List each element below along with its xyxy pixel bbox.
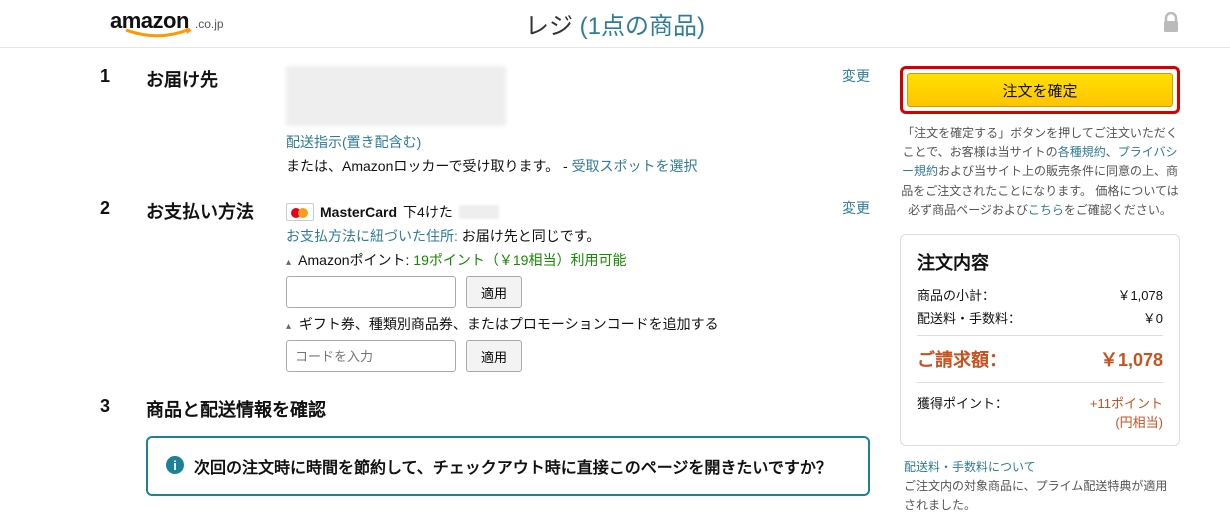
place-order-button[interactable]: 注文を確定 bbox=[907, 73, 1173, 107]
earned-points-sub: (円相当) bbox=[1115, 415, 1163, 430]
item-count: (1点の商品) bbox=[580, 13, 705, 40]
summary-title: 注文内容 bbox=[917, 249, 1163, 275]
caret-icon[interactable]: ▴ bbox=[286, 321, 291, 332]
step-title: お支払い方法 bbox=[146, 198, 286, 378]
step-number: 1 bbox=[100, 66, 146, 180]
shipping-note: 配送料・手数料について ご注文内の対象商品に、プライム配送特典が適用されました。 bbox=[900, 446, 1180, 516]
summary-box: 注文内容 商品の小計： ￥1,078 配送料・手数料： ￥0 ご請求額： ￥1,… bbox=[900, 234, 1180, 446]
card-last4-redacted bbox=[459, 205, 499, 219]
price-info-link[interactable]: こちら bbox=[1028, 203, 1064, 217]
earned-points-label: 獲得ポイント： bbox=[917, 393, 1008, 431]
promo-banner[interactable]: i 次回の注文時に時間を節約して、チェックアウト時に直接このページを開きたいです… bbox=[146, 436, 870, 496]
lock-icon bbox=[1162, 12, 1180, 37]
total-value: ￥1,078 bbox=[1100, 346, 1163, 372]
logo-suffix: .co.jp bbox=[195, 17, 224, 31]
order-summary-panel: 注文を確定 「注文を確定する」ボタンを押してご注文いただくことで、お客様は当サイ… bbox=[900, 66, 1180, 516]
address-redacted bbox=[286, 66, 506, 126]
card-last4-label: 下4けた bbox=[403, 202, 453, 222]
smile-icon bbox=[124, 28, 194, 40]
locker-link[interactable]: 受取スポットを選択 bbox=[572, 158, 698, 174]
change-shipping-link[interactable]: 変更 bbox=[842, 68, 870, 84]
caret-icon[interactable]: ▴ bbox=[286, 257, 291, 268]
step-number: 2 bbox=[100, 198, 146, 378]
page-title: レジ (1点の商品) bbox=[525, 6, 705, 41]
subtotal-value: ￥1,078 bbox=[1117, 285, 1163, 304]
points-prefix: Amazonポイント: bbox=[298, 252, 413, 268]
section-review: 3 商品と配送情報を確認 i 次回の注文時に時間を節約して、チェックアウト時に直… bbox=[100, 396, 870, 496]
shipping-fee-link[interactable]: 配送料・手数料について bbox=[904, 460, 1036, 474]
earned-points-value: +11ポイント bbox=[1090, 396, 1163, 411]
step-title: 商品と配送情報を確認 bbox=[146, 396, 870, 422]
payment-address-text: お届け先と同じです。 bbox=[462, 228, 601, 244]
mastercard-icon bbox=[286, 203, 314, 221]
order-button-highlight: 注文を確定 bbox=[900, 66, 1180, 114]
promo-code-input[interactable] bbox=[286, 340, 456, 372]
payment-address-link[interactable]: お支払方法に紐づいた住所: bbox=[286, 228, 458, 244]
section-shipping: 1 お届け先 配送指示(置き配含む) または、Amazonロッカーで受け取ります… bbox=[100, 66, 870, 180]
shipping-note-text: ご注文内の対象商品に、プライム配送特典が適用されました。 bbox=[904, 479, 1167, 512]
points-input[interactable] bbox=[286, 276, 456, 308]
card-brand: MasterCard bbox=[320, 204, 397, 220]
apply-points-button[interactable]: 適用 bbox=[466, 276, 522, 308]
subtotal-label: 商品の小計： bbox=[917, 285, 995, 304]
locker-text: または、Amazonロッカーで受け取ります。 - bbox=[286, 158, 572, 174]
shipping-value: ￥0 bbox=[1143, 308, 1163, 327]
legal-text: 「注文を確定する」ボタンを押してご注文いただくことで、お客様は当サイトの各種規約… bbox=[900, 124, 1180, 220]
shipping-label: 配送料・手数料： bbox=[917, 308, 1021, 327]
change-payment-link[interactable]: 変更 bbox=[842, 200, 870, 216]
total-label: ご請求額： bbox=[917, 346, 1007, 372]
title-prefix: レジ bbox=[525, 13, 573, 40]
step-title: お届け先 bbox=[146, 66, 286, 180]
info-icon: i bbox=[166, 456, 184, 474]
step-number: 3 bbox=[100, 396, 146, 496]
terms-link[interactable]: 各種規約 bbox=[1058, 145, 1106, 159]
checkout-steps: 1 お届け先 配送指示(置き配含む) または、Amazonロッカーで受け取ります… bbox=[100, 66, 870, 516]
apply-code-button[interactable]: 適用 bbox=[466, 340, 522, 372]
section-payment: 2 お支払い方法 MasterCard 下4けた お支払方法に紐づいた住所: お… bbox=[100, 198, 870, 378]
logo[interactable]: amazon .co.jp bbox=[110, 8, 224, 34]
delivery-instructions-link[interactable]: 配送指示(置き配含む) bbox=[286, 134, 421, 150]
header: amazon .co.jp レジ (1点の商品) bbox=[0, 0, 1230, 48]
points-available: 19ポイント（￥19相当）利用可能 bbox=[413, 252, 626, 268]
promo-text: 次回の注文時に時間を節約して、チェックアウト時に直接このページを開きたいですか？ bbox=[194, 454, 832, 478]
gift-code-toggle[interactable]: ギフト券、種類別商品券、またはプロモーションコードを追加する bbox=[299, 316, 719, 332]
